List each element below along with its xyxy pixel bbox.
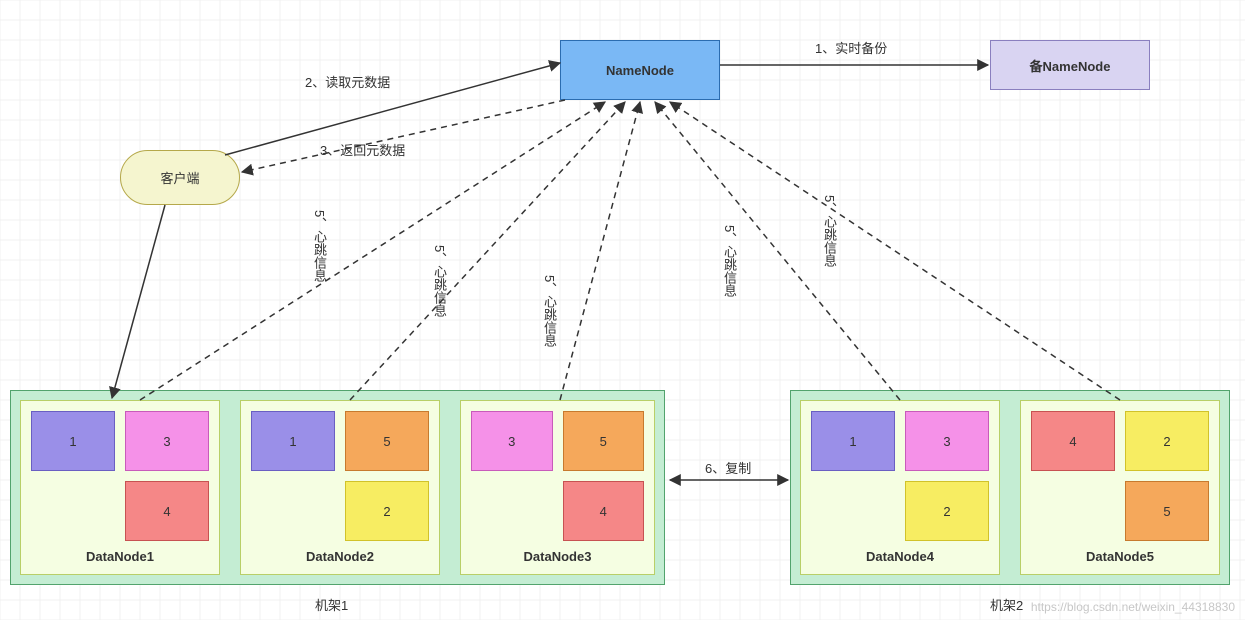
watermark-text: https://blog.csdn.net/weixin_44318830 bbox=[1031, 600, 1235, 614]
namenode-box: NameNode bbox=[560, 40, 720, 100]
rack2-label: 机架2 bbox=[990, 595, 1023, 614]
datanode2-blocks: 1 5 2 bbox=[251, 411, 429, 541]
datanode5-box: 4 2 5 DataNode5 bbox=[1020, 400, 1220, 575]
dn3-block-3: 3 bbox=[471, 411, 553, 471]
dn3-block-4: 4 bbox=[563, 481, 645, 541]
label-realtime-backup: 1、实时备份 bbox=[815, 38, 887, 57]
client-box: 客户端 bbox=[120, 150, 240, 205]
datanode2-box: 1 5 2 DataNode2 bbox=[240, 400, 440, 575]
dn5-block-2: 2 bbox=[1125, 411, 1209, 471]
datanode4-blocks: 1 3 2 bbox=[811, 411, 989, 541]
dn1-block-3: 3 bbox=[125, 411, 209, 471]
dn5-block-4: 4 bbox=[1031, 411, 1115, 471]
dn4-block-2: 2 bbox=[905, 481, 989, 541]
dn2-block-1: 1 bbox=[251, 411, 335, 471]
label-heartbeat-dn2: 5、心跳信息 bbox=[430, 245, 449, 317]
label-heartbeat-dn3: 5、心跳信息 bbox=[540, 275, 559, 347]
datanode3-blocks: 3 5 4 bbox=[471, 411, 644, 541]
datanode1-label: DataNode1 bbox=[31, 549, 209, 564]
datanode1-box: 1 3 4 DataNode1 bbox=[20, 400, 220, 575]
secondary-namenode-box: 备NameNode bbox=[990, 40, 1150, 90]
datanode4-label: DataNode4 bbox=[811, 549, 989, 564]
datanode3-label: DataNode3 bbox=[471, 549, 644, 564]
label-replication: 6、复制 bbox=[705, 458, 751, 477]
namenode-label: NameNode bbox=[606, 63, 674, 78]
dn2-block-5: 5 bbox=[345, 411, 429, 471]
label-read-metadata: 2、读取元数据 bbox=[305, 72, 390, 91]
label-heartbeat-dn1: 5、心跳信息 bbox=[310, 210, 329, 282]
client-label: 客户端 bbox=[160, 168, 199, 187]
datanode3-box: 3 5 4 DataNode3 bbox=[460, 400, 655, 575]
label-return-metadata: 3、返回元数据 bbox=[320, 140, 405, 159]
dn4-block-1: 1 bbox=[811, 411, 895, 471]
datanode5-label: DataNode5 bbox=[1031, 549, 1209, 564]
datanode5-blocks: 4 2 5 bbox=[1031, 411, 1209, 541]
label-heartbeat-dn4: 5、心跳信息 bbox=[720, 225, 739, 297]
dn4-block-3: 3 bbox=[905, 411, 989, 471]
dn1-block-1: 1 bbox=[31, 411, 115, 471]
datanode4-box: 1 3 2 DataNode4 bbox=[800, 400, 1000, 575]
datanode1-blocks: 1 3 4 bbox=[31, 411, 209, 541]
dn5-block-5: 5 bbox=[1125, 481, 1209, 541]
secondary-namenode-label: 备NameNode bbox=[1030, 56, 1111, 75]
dn3-block-5: 5 bbox=[563, 411, 645, 471]
dn2-block-2: 2 bbox=[345, 481, 429, 541]
rack1-label: 机架1 bbox=[315, 595, 348, 614]
dn1-block-4: 4 bbox=[125, 481, 209, 541]
datanode2-label: DataNode2 bbox=[251, 549, 429, 564]
label-heartbeat-dn5: 5、心跳信息 bbox=[820, 195, 839, 267]
